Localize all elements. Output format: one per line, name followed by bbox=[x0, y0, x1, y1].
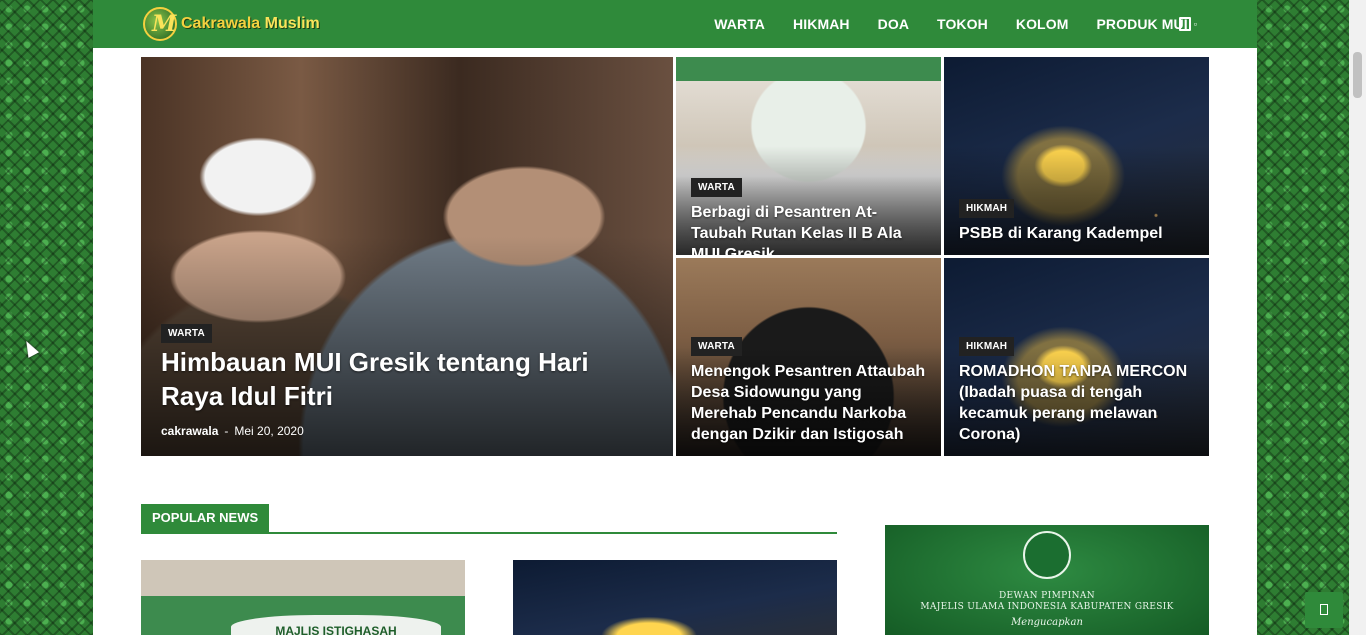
page-container: Cakrawala Muslim WARTA HIKMAH DOA TOKOH … bbox=[93, 0, 1257, 635]
nav-tokoh[interactable]: TOKOH bbox=[937, 16, 988, 32]
category-badge[interactable]: WARTA bbox=[161, 324, 212, 343]
article-meta: cakrawala - Mei 20, 2020 bbox=[161, 424, 304, 438]
hero-tile-5[interactable]: HIKMAH ROMADHON TANPA MERCON (Ibadah pua… bbox=[944, 258, 1209, 456]
site-logo[interactable]: Cakrawala Muslim bbox=[143, 5, 320, 43]
article-date: Mei 20, 2020 bbox=[234, 424, 304, 438]
nav-kolom[interactable]: KOLOM bbox=[1016, 16, 1069, 32]
main-nav: WARTA HIKMAH DOA TOKOH KOLOM PRODUK MUI … bbox=[686, 0, 1197, 48]
nav-doa[interactable]: DOA bbox=[878, 16, 909, 32]
hero-tile-main[interactable]: WARTA Himbauan MUI Gresik tentang Hari R… bbox=[141, 57, 673, 456]
category-badge[interactable]: HIKMAH bbox=[959, 199, 1015, 218]
section-title: POPULAR NEWS bbox=[141, 504, 270, 532]
nav-hikmah[interactable]: HIKMAH bbox=[793, 16, 850, 32]
meta-separator: - bbox=[224, 424, 229, 438]
nav-warta-label: WARTA bbox=[714, 16, 766, 32]
logo-text-muslim: Muslim bbox=[264, 15, 320, 32]
hero-tile-2[interactable]: WARTA Berbagi di Pesantren At-Taubah Rut… bbox=[676, 57, 941, 255]
photo-banner-text: MAJLIS ISTIGHASAH bbox=[231, 615, 441, 635]
hero-tile-4[interactable]: WARTA Menengok Pesantren Attaubah Desa S… bbox=[676, 258, 941, 456]
dropdown-square-icon: ▫ bbox=[1193, 19, 1197, 29]
article-author[interactable]: cakrawala bbox=[161, 424, 218, 438]
logo-text: Cakrawala Muslim bbox=[181, 15, 320, 33]
nav-warta[interactable]: WARTA bbox=[714, 16, 765, 32]
ad-line-1: DEWAN PIMPINAN bbox=[998, 591, 1096, 601]
nav-tokoh-label: TOKOH bbox=[937, 16, 988, 32]
nav-doa-label: DOA bbox=[877, 16, 910, 32]
nav-kolom-label: KOLOM bbox=[1015, 16, 1069, 32]
popular-news-card-2[interactable] bbox=[513, 560, 837, 635]
article-title[interactable]: Menengok Pesantren Attaubah Desa Sidowun… bbox=[691, 361, 931, 445]
ad-line-2: MAJELIS ULAMA INDONESIA KABUPATEN GRESIK bbox=[920, 602, 1174, 612]
article-title[interactable]: Berbagi di Pesantren At-Taubah Rutan Kel… bbox=[691, 202, 931, 255]
mui-seal-icon bbox=[1023, 531, 1071, 579]
logo-emblem-icon bbox=[143, 7, 177, 41]
nav-produk-mui-label: PRODUK MUI bbox=[1096, 16, 1188, 32]
category-badge[interactable]: WARTA bbox=[691, 337, 742, 356]
scrollbar[interactable] bbox=[1349, 0, 1366, 635]
article-title[interactable]: Himbauan MUI Gresik tentang Hari Raya Id… bbox=[161, 345, 631, 413]
popular-news-card-1[interactable]: MAJLIS ISTIGHASAH bbox=[141, 560, 465, 635]
search-icon[interactable] bbox=[1179, 17, 1191, 31]
category-badge[interactable]: HIKMAH bbox=[959, 337, 1015, 356]
hero-tile-3[interactable]: HIKMAH PSBB di Karang Kadempel bbox=[944, 57, 1209, 255]
scroll-to-top-button[interactable] bbox=[1305, 592, 1343, 628]
mouse-cursor-icon bbox=[20, 338, 40, 358]
article-title[interactable]: ROMADHON TANPA MERCON (Ibadah puasa di t… bbox=[959, 361, 1199, 445]
ad-line-3: Mengucapkan bbox=[1011, 617, 1083, 628]
category-badge[interactable]: WARTA bbox=[691, 178, 742, 197]
nav-hikmah-label: HIKMAH bbox=[793, 16, 850, 32]
card-image bbox=[513, 560, 837, 635]
scrollbar-thumb[interactable] bbox=[1353, 52, 1362, 98]
popular-news-header: POPULAR NEWS bbox=[141, 504, 837, 534]
top-header: Cakrawala Muslim WARTA HIKMAH DOA TOKOH … bbox=[93, 0, 1257, 48]
logo-text-cakrawala: Cakrawala bbox=[181, 15, 261, 32]
article-title[interactable]: PSBB di Karang Kadempel bbox=[959, 223, 1199, 244]
sidebar-ad-banner[interactable]: DEWAN PIMPINAN MAJELIS ULAMA INDONESIA K… bbox=[885, 525, 1209, 635]
